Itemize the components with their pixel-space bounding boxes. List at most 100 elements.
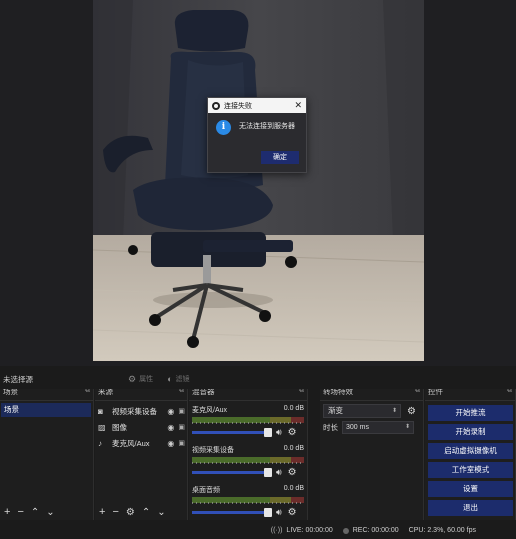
image-icon: ▨ — [98, 422, 106, 432]
filters-label: 滤镜 — [175, 376, 190, 383]
dialog-title: 连接失败 — [224, 102, 252, 110]
live-time: LIVE: 00:00:00 — [286, 527, 333, 534]
dock-float-icon[interactable]: ⧉ — [179, 389, 184, 395]
dock-float-icon[interactable]: ⧉ — [507, 389, 512, 395]
gear-icon[interactable]: ⚙ — [288, 427, 297, 438]
transition-select[interactable]: 渐变 ⬍ — [323, 404, 401, 418]
move-down-icon[interactable]: ⌄ — [157, 507, 165, 518]
channel-db: 0.0 dB — [283, 445, 304, 452]
filter-icon: ◐ — [167, 374, 173, 384]
properties-label: 属性 — [139, 376, 154, 383]
slider-handle[interactable] — [264, 468, 272, 477]
duration-label: 时长 — [323, 423, 338, 432]
start-recording-button[interactable]: 开始录制 — [428, 424, 513, 440]
live-status: ((·)) LIVE: 00:00:00 — [271, 527, 333, 534]
preview-area: 连接失败 ✕ i 无法连接到服务器 确定 — [0, 0, 516, 366]
mixer-dock-title: 混音器 — [192, 389, 215, 396]
cpu-status: CPU: 2.3%, 60.00 fps — [408, 527, 476, 534]
record-dot-icon — [342, 527, 349, 534]
gear-icon[interactable]: ⚙ — [407, 406, 416, 417]
lock-icon[interactable]: ▣ — [178, 423, 185, 431]
volume-slider[interactable] — [192, 428, 272, 437]
scenes-dock: 场景 ⧉ 场景 + − ⌃ ⌄ — [0, 389, 94, 520]
controls-dock: 控件 ⧉ 开始推流 开始录制 启动虚拟摄像机 工作室模式 设置 退出 — [425, 389, 516, 520]
connection-failed-dialog: 连接失败 ✕ i 无法连接到服务器 确定 — [207, 97, 307, 173]
filters-button[interactable]: ◐ 滤镜 — [167, 374, 189, 384]
dialog-titlebar: 连接失败 ✕ — [208, 98, 306, 113]
source-toolbar: 未选择源 ⚙ 属性 ◐ 滤镜 — [0, 370, 516, 388]
camera-preview[interactable] — [93, 0, 424, 361]
transitions-dock-title: 转场特效 — [323, 389, 353, 396]
gear-icon[interactable]: ⚙ — [288, 507, 297, 518]
info-icon: i — [216, 120, 231, 135]
dock-float-icon[interactable]: ⧉ — [85, 389, 90, 395]
obs-logo-icon — [212, 101, 220, 110]
source-label: 视频采集设备 — [112, 406, 157, 416]
exit-button[interactable]: 退出 — [428, 500, 513, 516]
spin-arrows-icon: ⬍ — [391, 408, 397, 414]
transition-selected: 渐变 — [328, 406, 343, 415]
eye-icon[interactable]: ◉ — [167, 439, 174, 448]
settings-button[interactable]: 设置 — [428, 481, 513, 497]
channel-name: 视频采集设备 — [192, 447, 234, 454]
close-icon[interactable]: ✕ — [294, 100, 302, 111]
dock-float-icon[interactable]: ⧉ — [415, 389, 420, 395]
properties-button[interactable]: ⚙ 属性 — [128, 374, 153, 385]
channel-name: 麦克风/Aux — [192, 407, 228, 414]
gear-icon[interactable]: ⚙ — [288, 467, 297, 478]
volume-slider[interactable] — [192, 468, 272, 477]
microphone-icon: ♪ — [98, 438, 102, 448]
scenes-dock-title: 场景 — [3, 389, 18, 396]
broadcast-icon: ((·)) — [270, 527, 283, 534]
dock-area: 场景 ⧉ 场景 + − ⌃ ⌄ 来源 ⧉ ◙ 视频采集设备 ◉ ▣ ▨ 图像 ◉… — [0, 389, 516, 520]
move-down-icon[interactable]: ⌄ — [46, 507, 54, 518]
add-icon[interactable]: + — [99, 506, 105, 518]
eye-icon[interactable]: ◉ — [167, 407, 174, 416]
volume-meter — [192, 417, 304, 424]
sources-dock: 来源 ⧉ ◙ 视频采集设备 ◉ ▣ ▨ 图像 ◉ ▣ ♪ 麦克风/Aux ◉ ▣ — [95, 389, 188, 520]
source-item[interactable]: ♪ 麦克风/Aux ◉ ▣ — [95, 435, 187, 451]
eye-icon[interactable]: ◉ — [167, 423, 174, 432]
remove-icon[interactable]: − — [112, 506, 118, 518]
mixer-channel: 麦克风/Aux 0.0 dB 🔊︎ ⚙ — [192, 405, 304, 438]
source-item[interactable]: ▨ 图像 ◉ ▣ — [95, 419, 187, 435]
status-bar: ((·)) LIVE: 00:00:00 REC: 00:00:00 CPU: … — [0, 522, 516, 539]
controls-dock-title: 控件 — [428, 389, 443, 396]
source-item[interactable]: ◙ 视频采集设备 ◉ ▣ — [95, 403, 187, 419]
volume-meter — [192, 457, 304, 464]
slider-handle[interactable] — [264, 428, 272, 437]
remove-icon[interactable]: − — [17, 506, 23, 518]
volume-meter — [192, 497, 304, 504]
channel-db: 0.0 dB — [283, 405, 304, 412]
speaker-icon[interactable]: 🔊︎ — [276, 427, 282, 438]
dock-float-icon[interactable]: ⧉ — [299, 389, 304, 395]
gear-icon: ⚙ — [128, 373, 137, 384]
volume-slider[interactable] — [192, 508, 272, 517]
spin-arrows-icon[interactable]: ⬍ — [405, 422, 410, 433]
rec-time: REC: 00:00:00 — [352, 527, 399, 534]
ok-button[interactable]: 确定 — [261, 151, 299, 164]
source-label: 图像 — [112, 422, 127, 432]
lock-icon[interactable]: ▣ — [178, 439, 185, 447]
studio-mode-button[interactable]: 工作室模式 — [428, 462, 513, 478]
start-virtual-camera-button[interactable]: 启动虚拟摄像机 — [428, 443, 513, 459]
duration-value: 300 ms — [346, 424, 369, 431]
channel-name: 桌面音频 — [192, 487, 220, 494]
speaker-icon[interactable]: 🔊︎ — [276, 467, 282, 478]
channel-db: 0.0 dB — [283, 485, 304, 492]
lock-icon[interactable]: ▣ — [178, 407, 185, 415]
speaker-icon[interactable]: 🔊︎ — [276, 507, 282, 518]
source-label: 麦克风/Aux — [112, 438, 150, 448]
no-source-selected-label: 未选择源 — [3, 374, 33, 384]
move-up-icon[interactable]: ⌃ — [142, 507, 150, 518]
slider-handle[interactable] — [264, 508, 272, 517]
gear-icon[interactable]: ⚙ — [126, 507, 135, 518]
duration-input[interactable]: 300 ms ⬍ — [342, 421, 414, 434]
camera-icon: ◙ — [98, 406, 103, 416]
mixer-channel: 视频采集设备 0.0 dB 🔊︎ ⚙ — [192, 445, 304, 478]
transitions-dock: 转场特效 ⧉ 渐变 ⬍ ⚙ 时长 300 ms ⬍ — [320, 389, 424, 520]
start-streaming-button[interactable]: 开始推流 — [428, 405, 513, 421]
scene-item[interactable]: 场景 — [1, 403, 91, 417]
move-up-icon[interactable]: ⌃ — [31, 507, 39, 518]
add-icon[interactable]: + — [4, 506, 10, 518]
